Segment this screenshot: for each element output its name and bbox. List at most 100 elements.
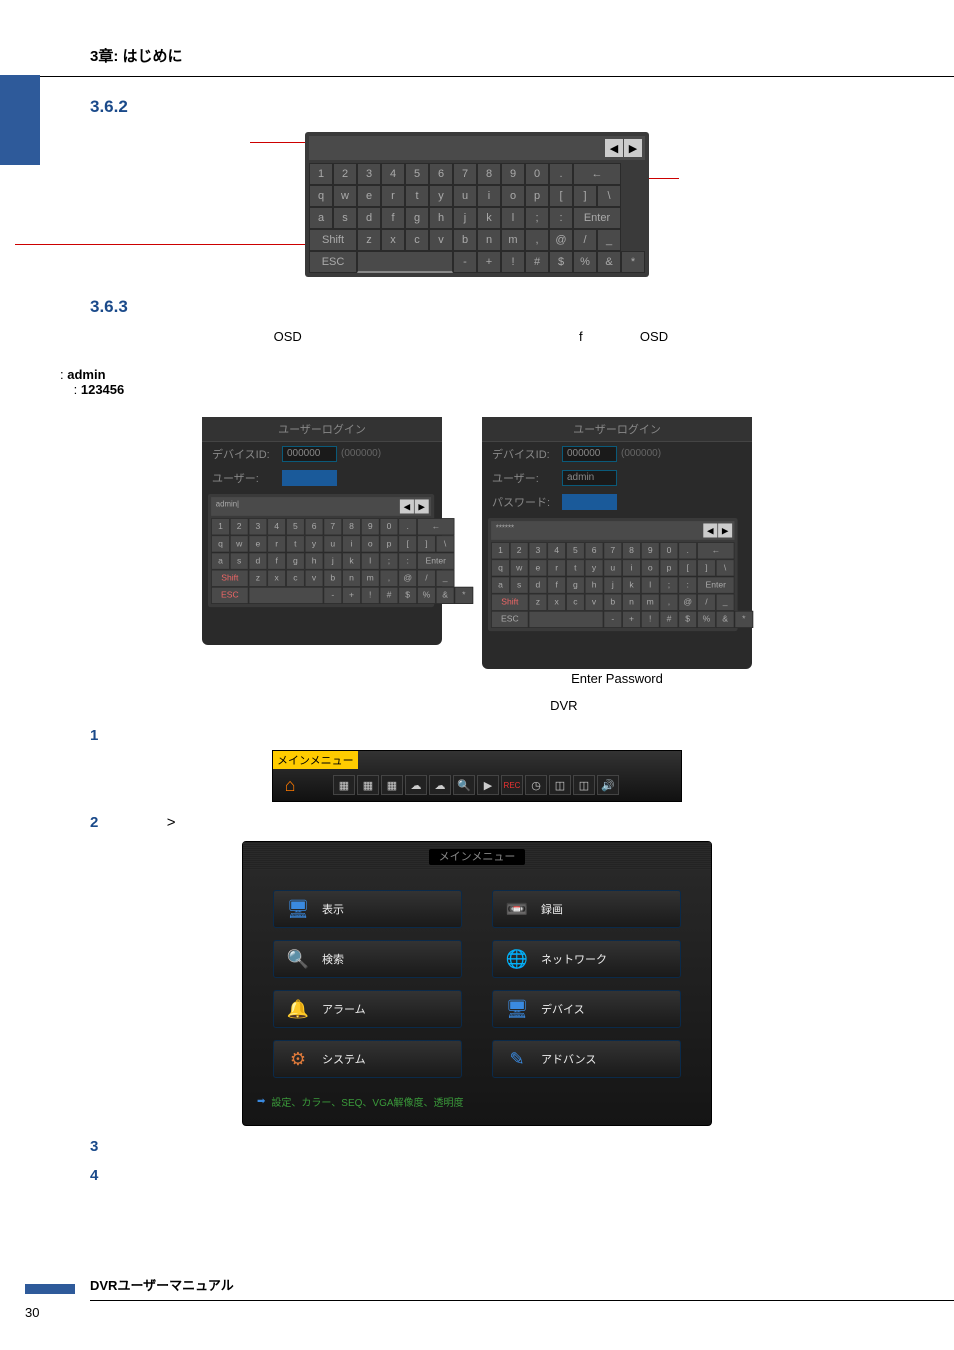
key[interactable]: % (573, 251, 597, 273)
key[interactable]: o (501, 185, 525, 207)
esc-key[interactable]: ESC (309, 251, 357, 273)
key[interactable]: 4 (381, 163, 405, 185)
key[interactable]: & (597, 251, 621, 273)
key[interactable]: d (357, 207, 381, 229)
key[interactable]: j (453, 207, 477, 229)
kbd-prev-icon[interactable]: ◀ (703, 523, 717, 537)
device-id-label: デバイスID: (492, 446, 562, 462)
key[interactable]: b (453, 229, 477, 251)
kbd-next-icon[interactable]: ▶ (415, 499, 429, 513)
key[interactable]: 9 (501, 163, 525, 185)
key[interactable]: v (429, 229, 453, 251)
keyboard-row-4: Shift z x c v b n m , @ / _ (309, 229, 645, 251)
key[interactable]: n (477, 229, 501, 251)
key[interactable]: i (477, 185, 501, 207)
kbd-prev-icon[interactable]: ◀ (400, 499, 414, 513)
kbd-next-icon[interactable]: ▶ (624, 139, 642, 157)
step-2-num: 2 (90, 814, 98, 831)
key[interactable]: h (429, 207, 453, 229)
key[interactable]: w (333, 185, 357, 207)
key[interactable]: ! (501, 251, 525, 273)
key[interactable]: 2 (333, 163, 357, 185)
key[interactable]: 6 (429, 163, 453, 185)
menu-item-display[interactable]: 🖥 表示 (273, 890, 462, 928)
key[interactable]: : (549, 207, 573, 229)
key[interactable]: q (309, 185, 333, 207)
key[interactable]: 8 (477, 163, 501, 185)
key[interactable]: s (333, 207, 357, 229)
key[interactable]: 3 (357, 163, 381, 185)
menu-item-system[interactable]: ⚙ システム (273, 1040, 462, 1078)
menu-item-search[interactable]: 🔍 検索 (273, 940, 462, 978)
kbd-next-icon[interactable]: ▶ (718, 523, 732, 537)
key[interactable]: \ (597, 185, 621, 207)
user-field[interactable]: admin (562, 470, 617, 486)
device-id-field[interactable]: 000000 (562, 446, 617, 462)
backspace-key[interactable]: ← (573, 163, 621, 185)
key[interactable]: # (525, 251, 549, 273)
key[interactable]: p (525, 185, 549, 207)
key[interactable]: $ (549, 251, 573, 273)
pip2-icon[interactable]: ◫ (573, 775, 595, 795)
key[interactable]: a (309, 207, 333, 229)
shift-key[interactable]: Shift (309, 229, 357, 251)
menu-item-device[interactable]: 🖥 デバイス (492, 990, 681, 1028)
key[interactable]: z (357, 229, 381, 251)
user-field[interactable] (282, 470, 337, 486)
key[interactable]: 1 (309, 163, 333, 185)
key[interactable]: - (453, 251, 477, 273)
key[interactable]: ; (525, 207, 549, 229)
cloud1-icon[interactable]: ☁ (405, 775, 427, 795)
key[interactable]: m (501, 229, 525, 251)
sound-icon[interactable]: 🔊 (597, 775, 619, 795)
grid16-icon[interactable]: ▦ (381, 775, 403, 795)
key[interactable]: x (381, 229, 405, 251)
key[interactable]: + (477, 251, 501, 273)
key[interactable]: g (405, 207, 429, 229)
menu-item-alarm[interactable]: 🔔 アラーム (273, 990, 462, 1028)
enter-key[interactable]: Enter (573, 207, 621, 229)
key[interactable]: f (381, 207, 405, 229)
menu-label: 録画 (541, 901, 563, 917)
keyboard-input-field[interactable] (312, 139, 604, 157)
key[interactable]: 0 (525, 163, 549, 185)
home-icon[interactable]: ⌂ (277, 773, 303, 797)
key[interactable]: / (573, 229, 597, 251)
rec-icon[interactable]: REC (501, 775, 523, 795)
device-id-field[interactable]: 000000 (282, 446, 337, 462)
key[interactable]: e (357, 185, 381, 207)
key[interactable]: u (453, 185, 477, 207)
zoom-icon[interactable]: 🔍 (453, 775, 475, 795)
key[interactable]: @ (549, 229, 573, 251)
key[interactable]: . (549, 163, 573, 185)
key[interactable]: l (501, 207, 525, 229)
key[interactable]: ] (573, 185, 597, 207)
key[interactable]: _ (597, 229, 621, 251)
pip1-icon[interactable]: ◫ (549, 775, 571, 795)
key[interactable]: t (405, 185, 429, 207)
space-key[interactable] (357, 251, 453, 273)
timer-icon[interactable]: ◷ (525, 775, 547, 795)
kbd-mini-input[interactable]: ****** (493, 523, 702, 537)
key[interactable]: * (621, 251, 645, 273)
cloud2-icon[interactable]: ☁ (429, 775, 451, 795)
key[interactable]: [ (549, 185, 573, 207)
menu-item-network[interactable]: 🌐 ネットワーク (492, 940, 681, 978)
kbd-mini-input[interactable]: admin| (213, 499, 399, 513)
toolbar-title: メインメニュー (273, 751, 358, 769)
main-toolbar: メインメニュー ⌂ ▦ ▦ ▦ ☁ ☁ 🔍 ▶ REC ◷ ◫ ◫ 🔊 (272, 750, 682, 802)
key[interactable]: c (405, 229, 429, 251)
key[interactable]: , (525, 229, 549, 251)
key[interactable]: 5 (405, 163, 429, 185)
key[interactable]: r (381, 185, 405, 207)
key[interactable]: 7 (453, 163, 477, 185)
play-icon[interactable]: ▶ (477, 775, 499, 795)
menu-item-record[interactable]: 📼 録画 (492, 890, 681, 928)
grid4-icon[interactable]: ▦ (333, 775, 355, 795)
grid9-icon[interactable]: ▦ (357, 775, 379, 795)
key[interactable]: k (477, 207, 501, 229)
menu-item-advance[interactable]: ✎ アドバンス (492, 1040, 681, 1078)
password-field[interactable] (562, 494, 617, 510)
key[interactable]: y (429, 185, 453, 207)
kbd-prev-icon[interactable]: ◀ (605, 139, 623, 157)
